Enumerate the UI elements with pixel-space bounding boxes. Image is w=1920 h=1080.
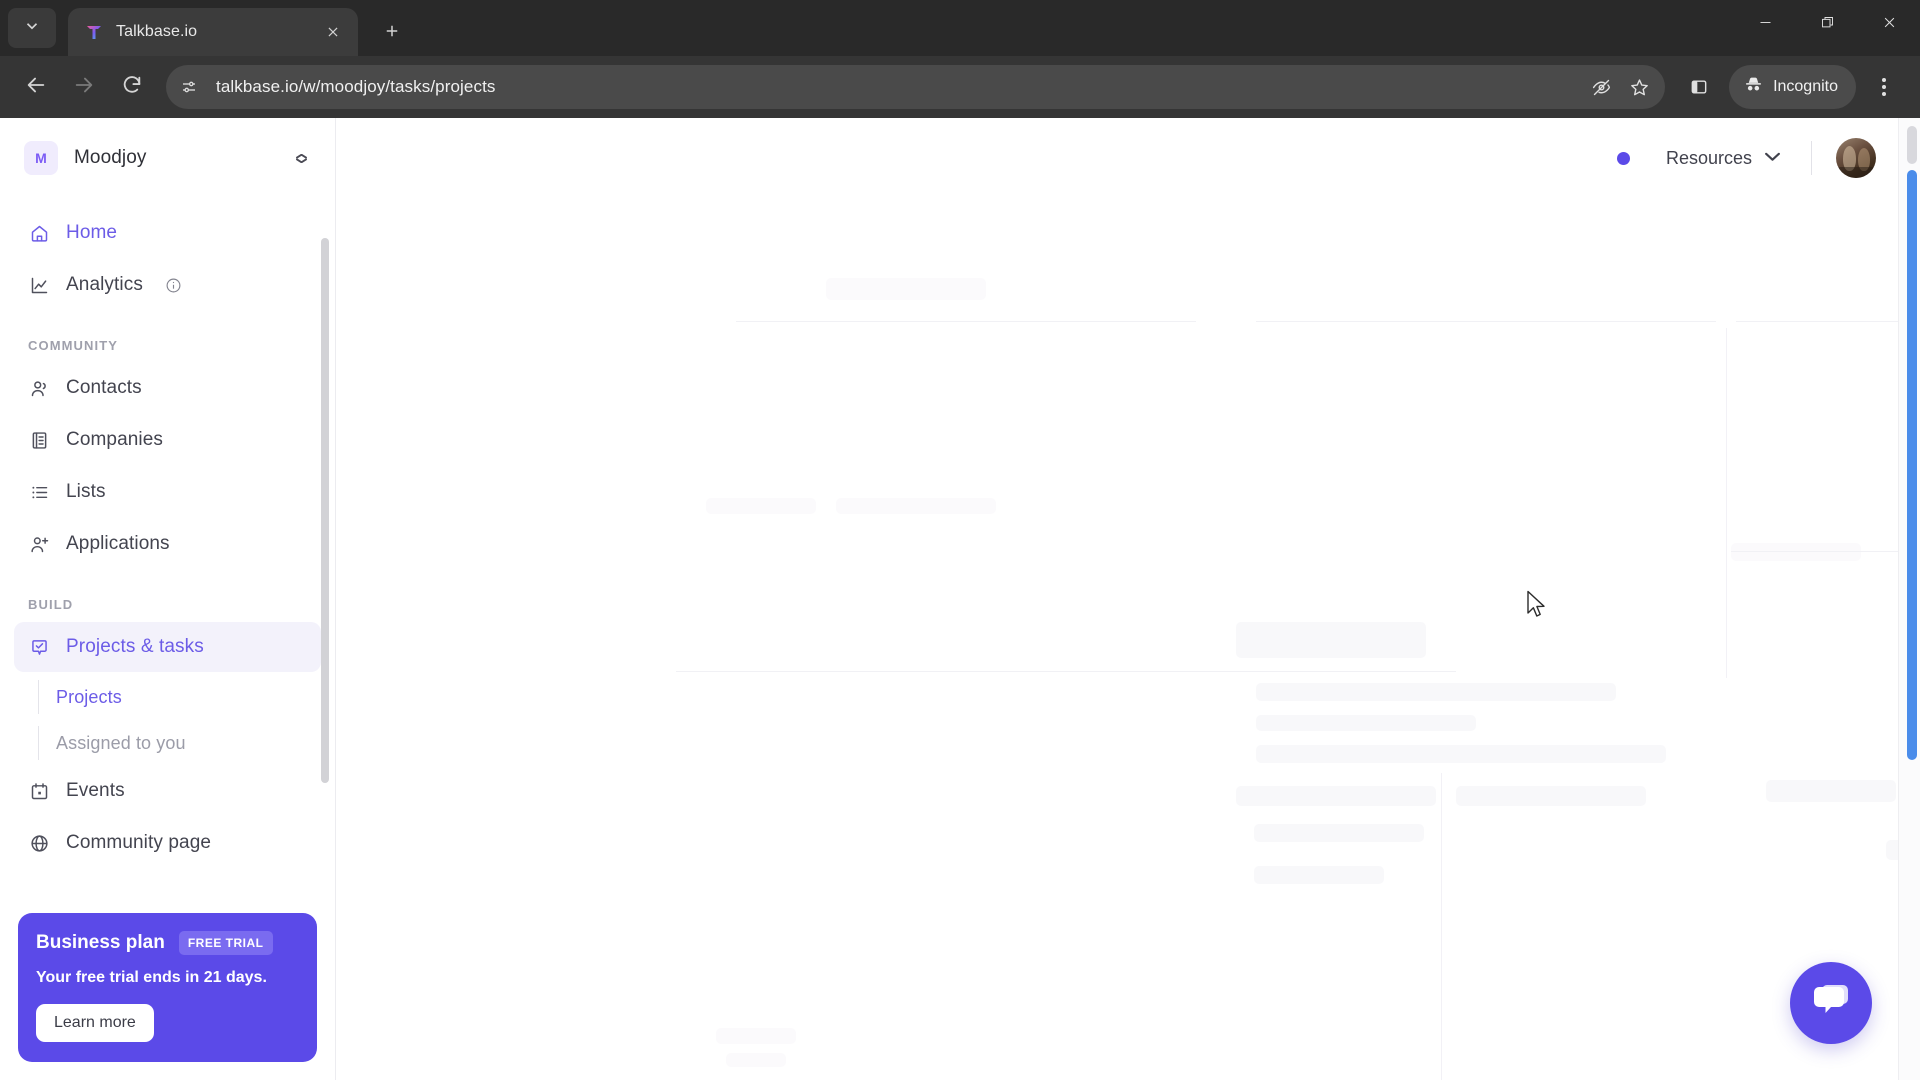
browser-window: Talkbase.io talkbase.io/w/moodjoy/tasks/… — [0, 0, 1920, 1080]
reload-button[interactable] — [110, 65, 154, 109]
site-settings-icon[interactable] — [172, 70, 206, 104]
bookmark-star-icon[interactable] — [1621, 69, 1657, 105]
sidebar-item-label: Applications — [66, 533, 170, 554]
chevron-down-icon — [1764, 149, 1781, 167]
sidebar-item-label: Lists — [66, 481, 106, 502]
info-circle-icon[interactable] — [165, 277, 182, 294]
incognito-indicator[interactable]: Incognito — [1729, 65, 1856, 109]
tab-close-button[interactable] — [320, 19, 346, 45]
sidebar-item-label: Community page — [66, 832, 212, 853]
sidebar-subitem-assigned-to-you[interactable]: Assigned to you — [14, 720, 321, 766]
arrow-right-icon — [73, 74, 95, 101]
sidebar-nav: Home Analytics COMMUNITY Contacts Compan… — [0, 198, 335, 899]
back-button[interactable] — [14, 65, 58, 109]
sidebar-item-applications[interactable]: Applications — [14, 519, 321, 569]
app-sidebar: M Moodjoy Home Analytics COMMUNITY Conta… — [0, 118, 336, 1080]
free-trial-badge: FREE TRIAL — [178, 931, 273, 955]
sidebar-item-projects-tasks[interactable]: Projects & tasks — [14, 622, 321, 672]
new-tab-button[interactable] — [372, 11, 412, 51]
tab-title: Talkbase.io — [116, 23, 198, 40]
sidebar-section-build: BUILD — [28, 597, 74, 612]
chevron-up-down-icon — [293, 153, 309, 163]
sidebar-item-label: Analytics — [66, 274, 143, 295]
user-plus-icon — [28, 533, 50, 555]
check-square-icon — [28, 636, 50, 658]
sidebar-item-label: Companies — [66, 429, 164, 450]
sidebar-item-companies[interactable]: Companies — [14, 415, 321, 465]
sidebar-item-label: Home — [66, 222, 118, 243]
sidebar-subitem-label: Assigned to you — [56, 732, 186, 753]
window-controls — [1734, 0, 1920, 56]
window-close-button[interactable] — [1858, 0, 1920, 44]
sidebar-subitem-label: Projects — [56, 686, 122, 707]
page-scrollbar-thumb[interactable] — [1907, 170, 1917, 760]
main-content: Resources — [336, 118, 1920, 1080]
sidebar-item-label: Projects & tasks — [66, 636, 204, 657]
plan-subtitle: Your free trial ends in 21 days. — [36, 969, 267, 986]
sidebar-scrollbar-thumb[interactable] — [321, 238, 329, 783]
chat-bubbles-icon — [1810, 981, 1852, 1026]
page-scrollbar-track-segment — [1907, 126, 1917, 164]
workspace-name: Moodjoy — [74, 147, 147, 168]
sidebar-item-lists[interactable]: Lists — [14, 467, 321, 517]
omnibox-actions — [1583, 69, 1657, 105]
chevron-down-icon — [23, 17, 41, 40]
browser-toolbar: talkbase.io/w/moodjoy/tasks/projects Inc… — [0, 56, 1920, 118]
toolbar-right: Incognito — [1677, 65, 1906, 109]
chat-launcher-button[interactable] — [1790, 962, 1872, 1044]
list-icon — [28, 481, 50, 503]
sidebar-item-home[interactable]: Home — [14, 208, 321, 258]
header-divider — [1811, 141, 1812, 175]
home-icon — [28, 222, 50, 244]
browser-tab[interactable]: Talkbase.io — [68, 8, 358, 56]
sidebar-section-community: COMMUNITY — [28, 338, 119, 353]
eye-off-icon[interactable] — [1583, 69, 1619, 105]
building-icon — [28, 429, 50, 451]
forward-button[interactable] — [62, 65, 106, 109]
resources-label: Resources — [1665, 147, 1752, 168]
tab-search-button[interactable] — [8, 8, 56, 48]
sidebar-item-community-page[interactable]: Community page — [14, 818, 321, 868]
sidebar-subitem-projects[interactable]: Projects — [14, 674, 321, 720]
browser-menu-button[interactable] — [1862, 65, 1906, 109]
incognito-hat-icon — [1743, 74, 1764, 100]
workspace-switcher[interactable]: M Moodjoy — [0, 118, 335, 198]
calendar-icon — [28, 780, 50, 802]
tab-strip: Talkbase.io — [0, 0, 1920, 56]
learn-more-button[interactable]: Learn more — [36, 1004, 154, 1042]
side-panel-icon[interactable] — [1677, 65, 1721, 109]
sidebar-item-label: Events — [66, 780, 125, 801]
main-header: Resources — [336, 118, 1920, 198]
plan-title: Business plan — [36, 932, 165, 953]
sidebar-item-contacts[interactable]: Contacts — [14, 363, 321, 413]
page-viewport: M Moodjoy Home Analytics COMMUNITY Conta… — [0, 118, 1920, 1080]
plan-card-header: Business plan FREE TRIAL — [36, 931, 299, 955]
sidebar-item-events[interactable]: Events — [14, 766, 321, 816]
window-minimize-button[interactable] — [1734, 0, 1796, 44]
status-indicator-dot — [1616, 151, 1630, 165]
sidebar-item-label: Contacts — [66, 377, 142, 398]
workspace-avatar: M — [24, 141, 58, 175]
globe-icon — [28, 832, 50, 854]
mouse-cursor — [1526, 590, 1548, 620]
content-loading-skeleton — [336, 118, 1920, 1080]
plan-upgrade-card: Business plan FREE TRIAL Your free trial… — [18, 913, 317, 1062]
three-dots-icon — [1882, 78, 1886, 96]
incognito-label: Incognito — [1773, 78, 1838, 95]
chart-line-icon — [28, 274, 50, 296]
users-icon — [28, 377, 50, 399]
url-text[interactable]: talkbase.io/w/moodjoy/tasks/projects — [206, 77, 1583, 97]
avatar[interactable] — [1836, 138, 1876, 178]
talkbase-logo-icon — [84, 22, 104, 42]
resources-dropdown[interactable]: Resources — [1660, 140, 1787, 177]
page-scrollbar[interactable] — [1898, 118, 1920, 1080]
reload-icon — [121, 74, 143, 101]
sidebar-item-analytics[interactable]: Analytics — [14, 260, 321, 310]
address-bar[interactable]: talkbase.io/w/moodjoy/tasks/projects — [166, 65, 1666, 109]
window-maximize-button[interactable] — [1796, 0, 1858, 44]
arrow-left-icon — [25, 74, 47, 101]
